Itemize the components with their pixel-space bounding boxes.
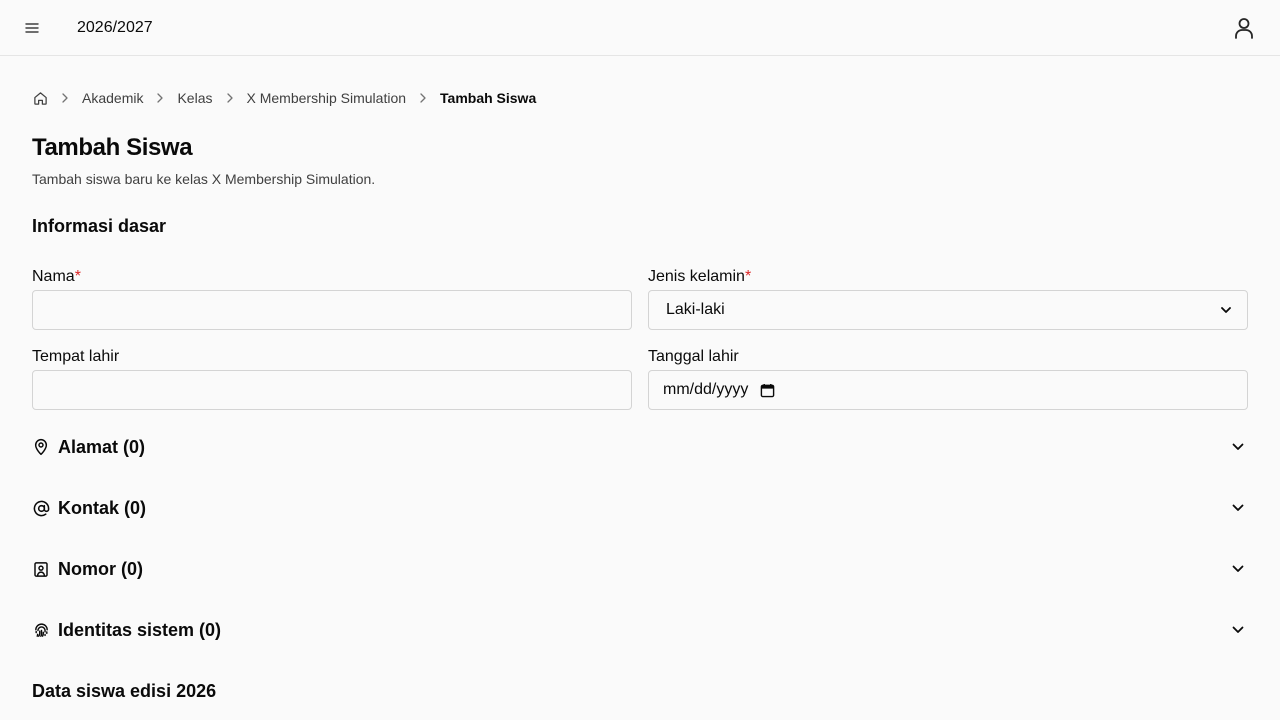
id-badge-icon	[32, 560, 50, 578]
breadcrumb-class-name[interactable]: X Membership Simulation	[247, 88, 407, 108]
chevron-right-icon	[59, 92, 71, 104]
name-input[interactable]	[32, 290, 632, 330]
academic-year[interactable]: 2026/2027	[77, 18, 153, 38]
birthdate-label: Tanggal lahir	[648, 348, 739, 365]
top-bar: 2026/2027	[0, 0, 1280, 56]
page-title: Tambah Siswa	[32, 134, 193, 161]
calendar-picker-button[interactable]	[758, 381, 776, 399]
fingerprint-icon	[32, 621, 50, 639]
chevron-down-icon	[1221, 306, 1231, 313]
required-mark: *	[744, 268, 752, 285]
birthplace-input[interactable]	[32, 370, 632, 410]
user-icon	[1235, 18, 1253, 39]
breadcrumb-current: Tambah Siswa	[440, 90, 537, 106]
birthplace-label: Tempat lahir	[32, 348, 120, 365]
calendar-icon	[760, 383, 775, 397]
at-sign-icon	[32, 499, 50, 517]
student-data-title: Data siswa edisi 2026	[32, 681, 217, 701]
basic-info-title: Informasi dasar	[32, 216, 167, 236]
breadcrumb-home[interactable]	[32, 90, 48, 106]
address-section-toggle[interactable]: Alamat (0)	[32, 433, 1248, 461]
name-label-text: Nama	[32, 268, 75, 285]
breadcrumb-kelas[interactable]: Kelas	[177, 88, 212, 108]
name-label: Nama*	[32, 267, 81, 287]
home-icon	[33, 91, 47, 105]
address-section-label: Alamat (0)	[58, 437, 146, 457]
contact-section-label: Kontak (0)	[58, 498, 147, 518]
breadcrumb: Akademik Kelas X Membership Simulation T…	[32, 88, 536, 108]
gender-label: Jenis kelamin*	[648, 267, 751, 287]
number-section-toggle[interactable]: Nomor (0)	[32, 555, 1248, 583]
gender-select[interactable]: Laki-laki	[648, 290, 1248, 330]
chevron-right-icon	[154, 92, 166, 104]
map-pin-icon	[32, 438, 50, 456]
gender-select-value: Laki-laki	[666, 301, 725, 318]
page-subtitle: Tambah siswa baru ke kelas X Membership …	[32, 171, 376, 187]
menu-button[interactable]	[20, 16, 44, 40]
identity-section-toggle[interactable]: Identitas sistem (0)	[32, 616, 1248, 644]
user-menu-button[interactable]	[1232, 16, 1256, 40]
chevron-down-icon	[1230, 500, 1246, 516]
birthdate-placeholder: mm/dd/yyyy	[663, 381, 749, 398]
number-section-label: Nomor (0)	[58, 559, 143, 579]
chevron-down-icon	[1230, 439, 1246, 455]
identity-section-label: Identitas sistem (0)	[58, 620, 222, 640]
contact-section-toggle[interactable]: Kontak (0)	[32, 494, 1248, 522]
chevron-down-icon	[1230, 561, 1246, 577]
chevron-right-icon	[417, 92, 429, 104]
gender-label-text: Jenis kelamin	[648, 268, 745, 285]
chevron-down-icon	[1230, 622, 1246, 638]
chevron-right-icon	[224, 92, 236, 104]
hamburger-icon	[25, 23, 39, 33]
breadcrumb-akademik[interactable]: Akademik	[82, 88, 143, 108]
birthdate-input[interactable]: mm/dd/yyyy	[648, 370, 1248, 410]
required-mark: *	[74, 268, 81, 285]
